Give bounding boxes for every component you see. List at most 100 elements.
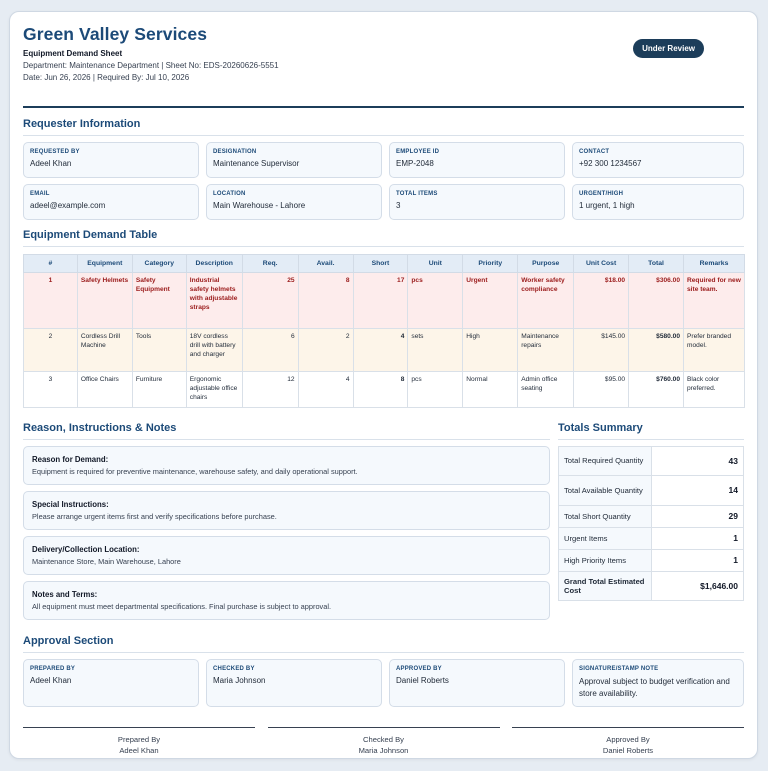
equipment-demand-table: # Equipment Category Description Req. Av… [23, 254, 745, 408]
note-title: Notes and Terms: [32, 589, 98, 599]
totals-label: Total Available Quantity [558, 474, 652, 506]
cell-unit: sets [407, 328, 464, 372]
card-value: Adeel Khan [30, 159, 72, 168]
card-label: Checked By [213, 665, 255, 672]
column-header: Unit Cost [573, 254, 630, 273]
column-header: Total [628, 254, 684, 273]
table-row: 2 Cordless Drill Machine Tools 18V cordl… [23, 328, 745, 372]
designation-card: Designation Maintenance Supervisor [206, 142, 382, 178]
requested-by-card: Requested By Adeel Khan [23, 142, 199, 178]
note-title: Special Instructions: [32, 499, 109, 509]
card-label: Contact [579, 149, 610, 155]
cell-priority: Normal [462, 371, 519, 408]
cell-unit-cost: $145.00 [573, 328, 630, 372]
totals-label: Urgent Items [558, 526, 652, 550]
totals-row: High Priority Items 1 [558, 548, 744, 572]
totals-row: Total Short Quantity 29 [558, 504, 744, 528]
column-header: Equipment [76, 254, 133, 273]
cell-no: 3 [23, 371, 78, 408]
reason-note: Reason for Demand: Equipment is required … [23, 445, 550, 485]
cell-req: 6 [241, 328, 299, 372]
grand-total-row: Grand Total Estimated Cost $1,646.00 [558, 570, 744, 601]
column-header: Priority [462, 254, 519, 273]
cell-description: Industrial safety helmets with adjustabl… [185, 272, 243, 329]
cell-no: 2 [23, 328, 78, 372]
table-header-row: # Equipment Category Description Req. Av… [23, 254, 745, 273]
totals-table: Total Required Quantity 43 Total Availabl… [558, 445, 744, 601]
totals-label: High Priority Items [558, 548, 652, 572]
note-title: Delivery/Collection Location: [32, 544, 140, 554]
checked-signature: Checked By Maria Johnson [267, 726, 500, 757]
signature-role: Prepared By [117, 734, 161, 744]
column-header: Purpose [517, 254, 575, 273]
total-items-card: Total Items 3 [389, 184, 565, 220]
cell-short: 17 [352, 272, 409, 329]
cell-category: Safety Equipment [131, 272, 187, 329]
department-line: Department: Maintenance Department | She… [23, 61, 279, 70]
card-label: Total Items [396, 191, 438, 197]
table-row: 1 Safety Helmets Safety Equipment Indust… [23, 272, 745, 329]
cell-short: 8 [352, 371, 409, 408]
cell-description: Ergonomic adjustable office chairs [185, 371, 243, 408]
cell-remarks: Prefer branded model. [683, 328, 745, 372]
column-header: Remarks [683, 254, 745, 273]
note-title: Reason for Demand: [32, 454, 109, 464]
contact-card: Contact +92 300 1234567 [572, 142, 744, 178]
instructions-note: Special Instructions: Please arrange urge… [23, 490, 550, 530]
card-value: 1 urgent, 1 high [579, 201, 635, 210]
cell-purpose: Maintenance repairs [517, 328, 575, 372]
prepared-signature: Prepared By Adeel Khan [23, 726, 255, 757]
totals-row: Urgent Items 1 [558, 526, 744, 550]
notes-totals-row: Reason, Instructions & Notes Reason for … [23, 422, 744, 620]
cell-total: $306.00 [628, 272, 684, 329]
notes-section-title: Reason, Instructions & Notes [23, 422, 550, 440]
signature-note-card: Signature/Stamp Note Approval subject to … [572, 658, 744, 707]
column-header: Req. [241, 254, 299, 273]
signature-name: Maria Johnson [358, 746, 409, 756]
demand-table-section: Equipment Demand Table # Equipment Categ… [23, 229, 745, 408]
totals-row: Total Available Quantity 14 [558, 474, 744, 506]
totals-value: 1 [651, 526, 744, 550]
column-header: Category [131, 254, 187, 273]
card-label: Signature/Stamp Note [579, 665, 659, 672]
cell-unit: pcs [407, 371, 464, 408]
email-card: Email adeel@example.com [23, 184, 199, 220]
totals-value: 14 [651, 474, 744, 506]
demand-sheet: Green Valley Services Equipment Demand S… [9, 11, 758, 759]
notes-section: Reason, Instructions & Notes Reason for … [23, 422, 550, 620]
card-label: Location [213, 191, 246, 197]
cell-req: 25 [241, 272, 299, 329]
note-body: Please arrange urgent items first and ve… [32, 511, 277, 521]
cell-priority: Urgent [462, 272, 519, 329]
totals-value: 29 [651, 504, 744, 528]
date-line: Date: Jun 26, 2026 | Required By: Jul 10… [23, 73, 190, 82]
card-label: Employee ID [396, 149, 440, 155]
totals-value: 43 [651, 445, 744, 476]
card-value: Daniel Roberts [396, 675, 449, 685]
card-label: Email [30, 191, 50, 197]
approval-section-title: Approval Section [23, 635, 744, 653]
sheet-header: Green Valley Services Equipment Demand S… [23, 24, 744, 108]
column-header: Unit [407, 254, 464, 273]
employee-id-card: Employee ID EMP-2048 [389, 142, 565, 178]
cell-purpose: Admin office seating [517, 371, 575, 408]
card-label: Designation [213, 149, 257, 155]
totals-label: Grand Total Estimated Cost [558, 570, 652, 601]
delivery-note: Delivery/Collection Location: Maintenance… [23, 535, 550, 575]
card-value: adeel@example.com [30, 201, 106, 210]
cell-equipment: Cordless Drill Machine [76, 328, 133, 372]
column-header: Avail. [297, 254, 354, 273]
approval-grid: Prepared By Adeel Khan Checked By Maria Jo… [23, 658, 744, 707]
cell-category: Tools [131, 328, 187, 372]
cell-remarks: Black color preferred. [683, 371, 745, 408]
status-badge: Under Review [633, 39, 704, 58]
column-header: Short [352, 254, 409, 273]
totals-value: 1 [651, 548, 744, 572]
totals-label: Total Short Quantity [558, 504, 652, 528]
card-label: Urgent/High [579, 191, 624, 197]
signature-name: Adeel Khan [119, 746, 159, 756]
location-card: Location Main Warehouse - Lahore [206, 184, 382, 220]
totals-section: Totals Summary Total Required Quantity 43… [558, 422, 744, 620]
totals-label: Total Required Quantity [558, 445, 652, 476]
totals-row: Total Required Quantity 43 [558, 445, 744, 476]
